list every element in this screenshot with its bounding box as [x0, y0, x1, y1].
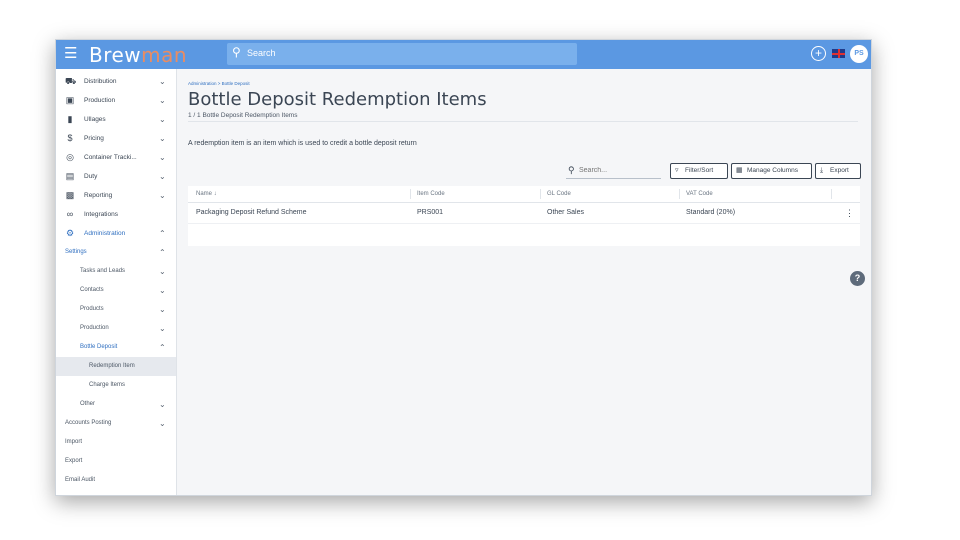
uk-flag-icon[interactable] [832, 49, 845, 58]
chevron-down-icon: ⌄ [159, 305, 166, 314]
brand-logo[interactable]: Brewman [89, 43, 187, 67]
column-header-name[interactable]: Name ↓ [196, 191, 217, 197]
manage-columns-button[interactable]: ▦ Manage Columns [731, 163, 812, 179]
sidebar-item-email-audit[interactable]: Email Audit [56, 471, 176, 490]
sidebar-item-ullages[interactable]: ▮ Ullages ⌄ [56, 110, 176, 129]
chevron-down-icon: ⌄ [159, 96, 166, 105]
column-separator [679, 189, 680, 199]
truck-icon: ⛟ [65, 76, 77, 86]
filter-sort-button[interactable]: ▿ Filter/Sort [670, 163, 728, 179]
sidebar-item-integrations[interactable]: ∞ Integrations [56, 205, 176, 224]
chevron-down-icon: ⌄ [159, 134, 166, 143]
table-header: Name ↓ Item Code GL Code VAT Code [188, 186, 860, 203]
sidebar-item-import[interactable]: Import [56, 433, 176, 452]
sidebar-item-other[interactable]: Other ⌄ [56, 395, 176, 414]
top-bar: ☰ Brewman ⚲ Search + PS [56, 40, 871, 69]
global-search-input[interactable]: ⚲ Search [227, 43, 577, 65]
chevron-down-icon: ⌄ [159, 153, 166, 162]
columns-icon: ▦ [736, 167, 743, 174]
column-separator [540, 189, 541, 199]
link-icon: ∞ [66, 209, 74, 219]
record-count: 1 / 1 Bottle Deposit Redemption Items [188, 112, 298, 119]
target-icon: ◎ [66, 152, 74, 162]
download-icon: ⤓ [820, 167, 824, 174]
export-button[interactable]: ⤓ Export [815, 163, 861, 179]
page-description: A redemption item is an item which is us… [188, 140, 417, 147]
sidebar-item-production[interactable]: ▣ Production ⌄ [56, 91, 176, 110]
chevron-down-icon: ⌄ [159, 286, 166, 295]
sidebar-item-container-tracking[interactable]: ◎ Container Tracki... ⌄ [56, 148, 176, 167]
data-table: Name ↓ Item Code GL Code VAT Code Packag… [188, 186, 860, 246]
search-icon: ⚲ [232, 45, 241, 59]
receipt-icon: ▤ [65, 171, 75, 181]
sidebar-item-distribution[interactable]: ⛟ Distribution ⌄ [56, 72, 176, 91]
table-search[interactable]: ⚲ [566, 164, 661, 179]
cell-gl-code: Other Sales [547, 209, 584, 216]
cell-vat-code: Standard (20%) [686, 209, 736, 216]
bottle-icon: ▮ [67, 114, 73, 124]
sidebar-item-bottle-deposit[interactable]: Bottle Deposit ⌃ [56, 338, 176, 357]
sidebar-item-redemption-item[interactable]: Redemption Item [56, 357, 176, 376]
column-header-gl-code[interactable]: GL Code [547, 191, 571, 197]
production-icon: ▣ [65, 95, 75, 105]
sidebar-item-accounts-posting[interactable]: Accounts Posting ⌄ [56, 414, 176, 433]
table-search-input[interactable] [579, 165, 659, 176]
chevron-down-icon: ⌄ [159, 267, 166, 276]
sidebar-item-administration[interactable]: ⚙ Administration ⌃ [56, 224, 176, 243]
chevron-down-icon: ⌄ [159, 77, 166, 86]
chevron-down-icon: ⌄ [159, 324, 166, 333]
sidebar-item-settings[interactable]: Settings ⌃ [56, 243, 176, 262]
breadcrumb[interactable]: Administration > Bottle Deposit [188, 81, 250, 86]
report-icon: ▩ [65, 190, 75, 200]
column-header-item-code[interactable]: Item Code [417, 191, 445, 197]
sidebar-item-contacts[interactable]: Contacts ⌄ [56, 281, 176, 300]
main-content: Administration > Bottle Deposit Bottle D… [177, 69, 871, 495]
hamburger-menu-icon[interactable]: ☰ [64, 46, 77, 61]
user-avatar[interactable]: PS [850, 45, 868, 63]
column-separator [831, 189, 832, 199]
table-row[interactable]: Packaging Deposit Refund Scheme PRS001 O… [188, 203, 860, 224]
page-title: Bottle Deposit Redemption Items [188, 89, 487, 110]
sidebar-item-tasks-and-leads[interactable]: Tasks and Leads ⌄ [56, 262, 176, 281]
chevron-down-icon: ⌄ [159, 400, 166, 409]
chevron-up-icon: ⌃ [159, 248, 166, 257]
chevron-up-icon: ⌃ [159, 229, 166, 238]
divider [188, 121, 858, 122]
row-actions-icon[interactable]: ⋮ [845, 208, 854, 219]
sidebar-item-reporting[interactable]: ▩ Reporting ⌄ [56, 186, 176, 205]
sidebar-item-duty[interactable]: ▤ Duty ⌄ [56, 167, 176, 186]
sidebar-item-pricing[interactable]: $ Pricing ⌄ [56, 129, 176, 148]
add-icon[interactable]: + [811, 46, 826, 61]
sidebar-item-charge-items[interactable]: Charge Items [56, 376, 176, 395]
column-header-vat-code[interactable]: VAT Code [686, 191, 713, 197]
sidebar-item-export[interactable]: Export [56, 452, 176, 471]
cell-item-code: PRS001 [417, 209, 444, 216]
search-icon: ⚲ [568, 165, 575, 175]
chevron-down-icon: ⌄ [159, 115, 166, 124]
sidebar: ⛟ Distribution ⌄ ▣ Production ⌄ ▮ Ullage… [56, 69, 177, 495]
app-window: ☰ Brewman ⚲ Search + PS ⛟ Distribution ⌄… [55, 39, 872, 496]
chevron-up-icon: ⌃ [159, 343, 166, 352]
dollar-icon: $ [67, 133, 73, 143]
chevron-down-icon: ⌄ [159, 419, 166, 428]
sidebar-item-products[interactable]: Products ⌄ [56, 300, 176, 319]
global-search-placeholder: Search [247, 48, 276, 58]
sidebar-item-production-settings[interactable]: Production ⌄ [56, 319, 176, 338]
help-icon[interactable]: ? [850, 271, 865, 286]
filter-icon: ▿ [675, 167, 679, 174]
chevron-down-icon: ⌄ [159, 191, 166, 200]
column-separator [410, 189, 411, 199]
cell-name: Packaging Deposit Refund Scheme [196, 209, 307, 216]
gear-icon: ⚙ [65, 228, 75, 238]
chevron-down-icon: ⌄ [159, 172, 166, 181]
